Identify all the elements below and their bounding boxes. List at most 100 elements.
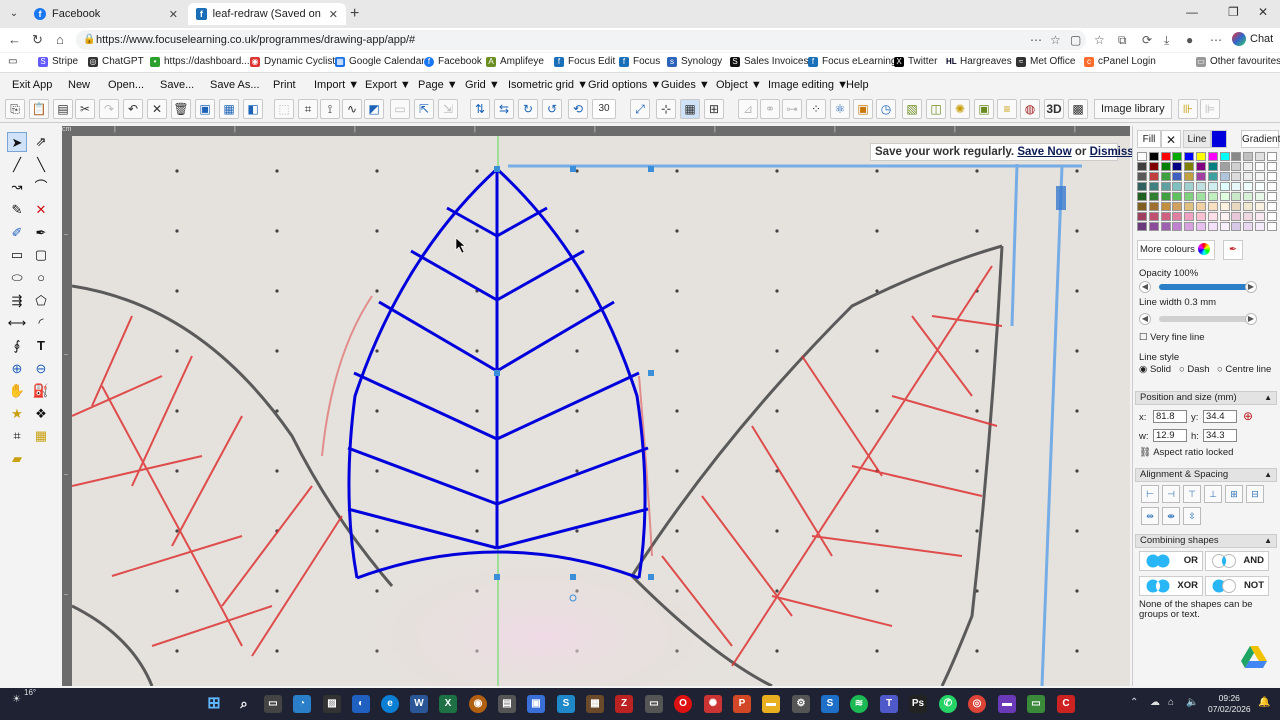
- volume-icon[interactable]: 🔈: [1186, 697, 1198, 708]
- combine-xor-button[interactable]: XOR: [1139, 576, 1203, 596]
- download-icon[interactable]: ⤓: [1164, 33, 1169, 48]
- align-centre-icon[interactable]: ⊣: [1162, 485, 1180, 503]
- cloud-icon[interactable]: ☁: [1150, 697, 1160, 708]
- app-icon[interactable]: ▣: [527, 695, 545, 713]
- colour-swatch[interactable]: [1219, 172, 1230, 181]
- other-favourites[interactable]: ▭ Other favourites: [1196, 56, 1280, 67]
- arc-tool-icon[interactable]: ⌒: [31, 177, 51, 197]
- colour-swatch[interactable]: [1184, 212, 1195, 221]
- link-icon[interactable]: ⚭: [760, 99, 780, 119]
- ruler-alt-icon[interactable]: ⊫: [1200, 99, 1220, 119]
- line-width-decrease-icon[interactable]: ◀: [1139, 313, 1151, 325]
- curve-icon[interactable]: ∿: [342, 99, 362, 119]
- colour-swatch[interactable]: [1243, 222, 1254, 231]
- box-icon[interactable]: ▣: [853, 99, 873, 119]
- menu-help[interactable]: Help: [846, 79, 869, 91]
- colour-swatch[interactable]: [1184, 202, 1195, 211]
- align-icon[interactable]: ⊶: [782, 99, 802, 119]
- bookmark-twitter[interactable]: X Twitter: [894, 56, 937, 67]
- menu-import[interactable]: Import ▼: [314, 79, 359, 91]
- colour-swatch[interactable]: [1148, 222, 1159, 231]
- ungroup-icon[interactable]: ▦: [219, 99, 239, 119]
- refresh-icon[interactable]: ↻: [32, 32, 43, 48]
- opacity-slider[interactable]: [1159, 284, 1251, 290]
- collections-icon[interactable]: ⧉: [1118, 33, 1127, 48]
- colour-swatch[interactable]: [1243, 192, 1254, 201]
- colour-swatch[interactable]: [1195, 202, 1206, 211]
- menu-exit-app[interactable]: Exit App: [12, 79, 52, 91]
- app-icon[interactable]: C: [1057, 695, 1075, 713]
- filezilla-icon[interactable]: Z: [615, 695, 633, 713]
- calculator-icon[interactable]: ▦: [586, 695, 604, 713]
- bookmark-sales-invoices[interactable]: S Sales Invoices: [730, 56, 808, 67]
- colour-swatch[interactable]: [1148, 172, 1159, 181]
- colour-swatch[interactable]: [1172, 212, 1183, 221]
- shapes-icon[interactable]: ◩: [364, 99, 384, 119]
- colour-swatch[interactable]: [1243, 152, 1254, 161]
- colour-swatch[interactable]: [1195, 222, 1206, 231]
- colour-swatch[interactable]: [1160, 172, 1171, 181]
- select-box-icon[interactable]: ⬚: [274, 99, 294, 119]
- redo-icon[interactable]: ↷: [99, 99, 119, 119]
- colour-swatch[interactable]: [1160, 182, 1171, 191]
- eyedropper-icon[interactable]: ✒: [1223, 240, 1243, 260]
- delete-icon[interactable]: ✕: [147, 99, 167, 119]
- copilot-icon[interactable]: ◔: [293, 695, 311, 713]
- app-icon[interactable]: ▬: [998, 695, 1016, 713]
- colour-swatch[interactable]: [1172, 162, 1183, 171]
- close-icon[interactable]: ✕: [169, 8, 178, 21]
- node-edit-icon[interactable]: ⌗: [298, 99, 318, 119]
- pencil-tool-icon[interactable]: ✎: [7, 200, 27, 220]
- app-icon[interactable]: S: [821, 695, 839, 713]
- opacity-decrease-icon[interactable]: ◀: [1139, 281, 1151, 293]
- circle-tool-icon[interactable]: ○: [31, 268, 51, 288]
- colour-swatch[interactable]: [1219, 212, 1230, 221]
- colour-swatch[interactable]: [1207, 192, 1218, 201]
- fit-icon[interactable]: ⤢: [630, 99, 650, 119]
- undo-icon[interactable]: ↶: [123, 99, 143, 119]
- colour-swatch[interactable]: [1231, 172, 1242, 181]
- rotation-angle-input[interactable]: 30: [592, 99, 616, 119]
- line-style-dash-radio[interactable]: ○ Dash: [1179, 364, 1210, 375]
- rounded-rectangle-tool-icon[interactable]: ▢: [31, 245, 51, 265]
- colour-swatch[interactable]: [1254, 172, 1265, 181]
- colour-swatch[interactable]: [1195, 162, 1206, 171]
- align-right-icon[interactable]: ⊤: [1183, 485, 1201, 503]
- colour-swatch[interactable]: [1231, 202, 1242, 211]
- line-tool-alt-icon[interactable]: ╲: [31, 155, 51, 175]
- shapes-library-tool-icon[interactable]: ❖: [31, 404, 51, 424]
- teams-icon[interactable]: T: [880, 695, 898, 713]
- 3d-icon[interactable]: 3D: [1044, 99, 1064, 119]
- menu-grid-options[interactable]: Grid options ▼: [588, 79, 661, 91]
- notifications-icon[interactable]: 🔔: [1258, 697, 1270, 708]
- bookmark-focus-elearning[interactable]: f Focus eLearning: [808, 56, 897, 67]
- group-icon[interactable]: ▣: [195, 99, 215, 119]
- tab-fill[interactable]: Fill: [1137, 130, 1161, 148]
- combining-shapes-header[interactable]: Combining shapes ▲: [1135, 534, 1277, 548]
- colour-swatch[interactable]: [1254, 202, 1265, 211]
- app-icon[interactable]: ▨: [323, 695, 341, 713]
- select-tool-icon[interactable]: ➤: [7, 132, 27, 152]
- distribute-v-icon[interactable]: ⇳: [1183, 507, 1201, 525]
- colour-swatch[interactable]: [1172, 152, 1183, 161]
- move-down-icon[interactable]: ⇲: [438, 99, 458, 119]
- colour-swatch[interactable]: [1207, 182, 1218, 191]
- curve-tool-icon[interactable]: ↝: [7, 177, 27, 197]
- dot-grid-icon[interactable]: ⁘: [806, 99, 826, 119]
- snap-icon[interactable]: ⊹: [656, 99, 676, 119]
- align-bottom-icon[interactable]: ⊟: [1246, 485, 1264, 503]
- colour-swatch[interactable]: [1207, 212, 1218, 221]
- app-icon[interactable]: ▭: [645, 695, 663, 713]
- image-library-button[interactable]: Image library: [1094, 99, 1172, 119]
- stamp-tool-icon[interactable]: ★: [7, 404, 27, 424]
- colour-swatch[interactable]: [1148, 202, 1159, 211]
- image-icon[interactable]: ▧: [902, 99, 922, 119]
- colour-swatch[interactable]: [1219, 162, 1230, 171]
- bookmark-google-calendar[interactable]: ▦ Google Calendar: [335, 56, 425, 67]
- canvas-drawing[interactable]: [72, 136, 1130, 686]
- colour-swatch[interactable]: [1137, 202, 1147, 211]
- app-icon[interactable]: ◐: [352, 695, 370, 713]
- colour-swatch[interactable]: [1219, 202, 1230, 211]
- colour-swatch[interactable]: [1254, 162, 1265, 171]
- erase-tool-icon[interactable]: ✕: [31, 200, 51, 220]
